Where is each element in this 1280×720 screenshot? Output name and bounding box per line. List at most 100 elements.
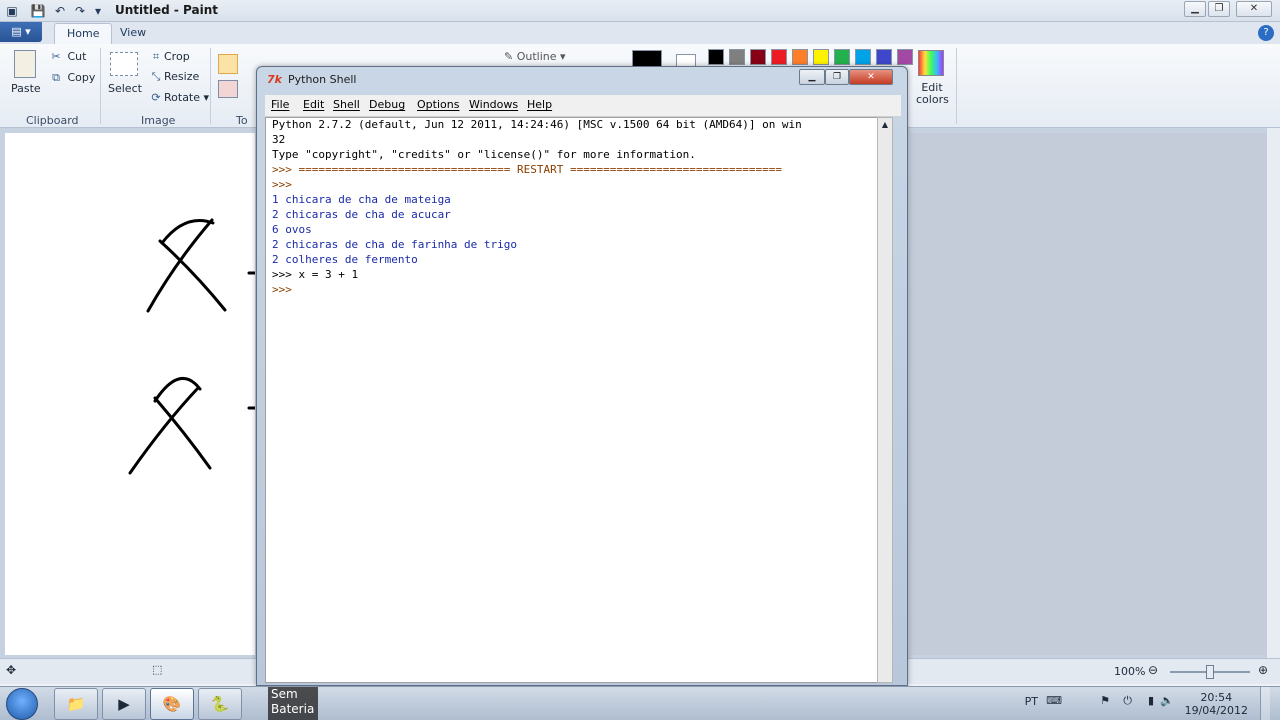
- shell-line: Python 2.7.2 (default, Jun 12 2011, 14:2…: [272, 118, 802, 131]
- pencil-icon[interactable]: [218, 54, 238, 74]
- image-group-label: Image: [141, 114, 176, 127]
- select-icon[interactable]: [110, 52, 138, 76]
- scissors-icon: ✂: [51, 50, 61, 63]
- ribbon-tabs: ▤ ▾ Home View ?: [0, 22, 1280, 44]
- menu-help[interactable]: Help: [527, 98, 552, 111]
- canvas-background: [910, 133, 1266, 655]
- tab-home[interactable]: Home: [54, 23, 113, 44]
- scroll-up-icon[interactable]: ▲: [880, 120, 890, 130]
- menu-file[interactable]: File: [271, 98, 289, 111]
- paste-button[interactable]: Paste: [11, 82, 41, 95]
- start-button[interactable]: [6, 688, 38, 720]
- network-icon[interactable]: ▮: [1148, 694, 1154, 707]
- undo-icon[interactable]: ↶: [52, 3, 68, 19]
- paint-app-icon[interactable]: ▣: [4, 3, 20, 19]
- resize-button[interactable]: ⤡ Resize: [148, 70, 200, 84]
- paste-icon[interactable]: [14, 50, 36, 78]
- menu-windows[interactable]: Windows: [469, 98, 518, 111]
- crop-button[interactable]: ⌗ Crop: [148, 50, 190, 64]
- menu-edit[interactable]: Edit: [303, 98, 324, 111]
- drawn-stroke: [128, 386, 200, 475]
- paint-menu-button[interactable]: ▤ ▾: [0, 22, 42, 42]
- help-icon[interactable]: ?: [1258, 25, 1274, 41]
- shell-output-line: 2 chicaras de cha de acucar: [272, 208, 451, 221]
- power-icon[interactable]: ⏻: [1123, 694, 1132, 708]
- palette-swatch[interactable]: [792, 49, 808, 65]
- action-center-flag-icon[interactable]: ⚑: [1100, 694, 1110, 707]
- redo-icon[interactable]: ↷: [72, 3, 88, 19]
- palette-swatch[interactable]: [855, 49, 871, 65]
- shell-scrollbar[interactable]: ▲: [877, 117, 893, 683]
- tab-view[interactable]: View: [108, 23, 158, 44]
- shell-prompt: >>>: [272, 178, 292, 191]
- shell-output-line: 2 chicaras de cha de farinha de trigo: [272, 238, 518, 251]
- drawn-stroke: [153, 377, 202, 403]
- group-divider: [956, 48, 957, 124]
- shell-prompt: >>>: [272, 283, 292, 296]
- canvas-drawing: [128, 218, 257, 475]
- palette-swatch[interactable]: [897, 49, 913, 65]
- explorer-taskbar-icon[interactable]: 📁: [54, 688, 98, 720]
- palette-swatch[interactable]: [834, 49, 850, 65]
- copy-icon: ⧉: [52, 71, 60, 84]
- shell-output-line: 1 chicara de cha de mateiga: [272, 193, 451, 206]
- menu-shell[interactable]: Shell: [333, 98, 360, 111]
- edit-colors-button[interactable]: Edit colors: [916, 82, 949, 106]
- volume-icon[interactable]: 🔈: [1160, 694, 1174, 707]
- group-divider: [210, 48, 211, 124]
- shell-maximize-button[interactable]: ❐: [825, 69, 849, 85]
- battery-tooltip: Sem Bateria: [268, 687, 318, 720]
- palette-swatch[interactable]: [813, 49, 829, 65]
- resize-icon: ⤡: [151, 70, 161, 83]
- minimize-button[interactable]: ▁: [1184, 1, 1206, 17]
- copy-button[interactable]: ⧉ Copy: [48, 71, 95, 85]
- select-button[interactable]: Select: [108, 82, 142, 95]
- menu-debug[interactable]: Debug: [369, 98, 405, 111]
- group-divider: [100, 48, 101, 124]
- eraser-icon[interactable]: [218, 80, 238, 98]
- outline-dropdown[interactable]: ✎ Outline ▾: [504, 50, 566, 63]
- cut-button[interactable]: ✂ Cut: [48, 50, 86, 63]
- python-shell-title: 7k Python Shell: [267, 73, 357, 86]
- shell-minimize-button[interactable]: ▁: [799, 69, 825, 85]
- show-desktop-button[interactable]: [1260, 687, 1270, 720]
- vertical-scrollbar[interactable]: [1266, 128, 1280, 658]
- maximize-button[interactable]: ❐: [1208, 1, 1230, 17]
- drawn-stroke: [146, 218, 214, 313]
- paint-taskbar-icon[interactable]: 🎨: [150, 688, 194, 720]
- paint-titlebar: ▣ 💾 ↶ ↷ ▾ Untitled - Paint ▁ ❐ ✕: [0, 0, 1280, 22]
- zoom-in-icon[interactable]: ⊕: [1258, 663, 1268, 677]
- language-indicator[interactable]: PT: [1025, 695, 1038, 708]
- shell-text-area[interactable]: Python 2.7.2 (default, Jun 12 2011, 14:2…: [265, 117, 885, 683]
- clipboard-group-label: Clipboard: [26, 114, 79, 127]
- shell-close-button[interactable]: ✕: [849, 69, 893, 85]
- palette-swatch[interactable]: [771, 49, 787, 65]
- window-title: Untitled - Paint: [115, 3, 219, 17]
- qat-dropdown-icon[interactable]: ▾: [90, 3, 106, 19]
- rotate-button[interactable]: ⟳ Rotate ▾: [148, 91, 209, 104]
- palette-swatch[interactable]: [729, 49, 745, 65]
- shell-menubar: File Edit Shell Debug Options Windows He…: [265, 95, 901, 117]
- zoom-slider-thumb[interactable]: [1206, 665, 1214, 679]
- zoom-level: 100%: [1114, 665, 1146, 678]
- save-icon[interactable]: 💾: [30, 3, 46, 19]
- clock[interactable]: 20:54 19/04/2012: [1185, 691, 1248, 717]
- media-player-taskbar-icon[interactable]: ▶: [102, 688, 146, 720]
- palette-swatch[interactable]: [750, 49, 766, 65]
- zoom-out-icon[interactable]: ⊖: [1148, 663, 1158, 677]
- edit-colors-icon[interactable]: [918, 50, 944, 76]
- taskbar: 📁 ▶ 🎨 🐍 Sem Bateria PT ⌨ ⚑ ⏻ ▮ 🔈 20:54 1…: [0, 686, 1280, 720]
- zoom-slider[interactable]: [1170, 665, 1250, 679]
- palette-swatch[interactable]: [876, 49, 892, 65]
- drawn-stroke: [153, 396, 212, 470]
- python-shell-window: 7k Python Shell ▁ ❐ ✕ File Edit Shell Deb…: [256, 66, 908, 686]
- drawing-canvas[interactable]: [5, 133, 257, 655]
- menu-options[interactable]: Options: [417, 98, 459, 111]
- selection-size-icon: ⬚: [152, 663, 163, 676]
- close-button[interactable]: ✕: [1236, 1, 1272, 17]
- tools-group-label: To: [236, 114, 248, 127]
- python-taskbar-icon[interactable]: 🐍: [198, 688, 242, 720]
- rotate-icon: ⟳: [151, 91, 161, 104]
- palette-swatch[interactable]: [708, 49, 724, 65]
- keyboard-icon[interactable]: ⌨: [1046, 694, 1062, 707]
